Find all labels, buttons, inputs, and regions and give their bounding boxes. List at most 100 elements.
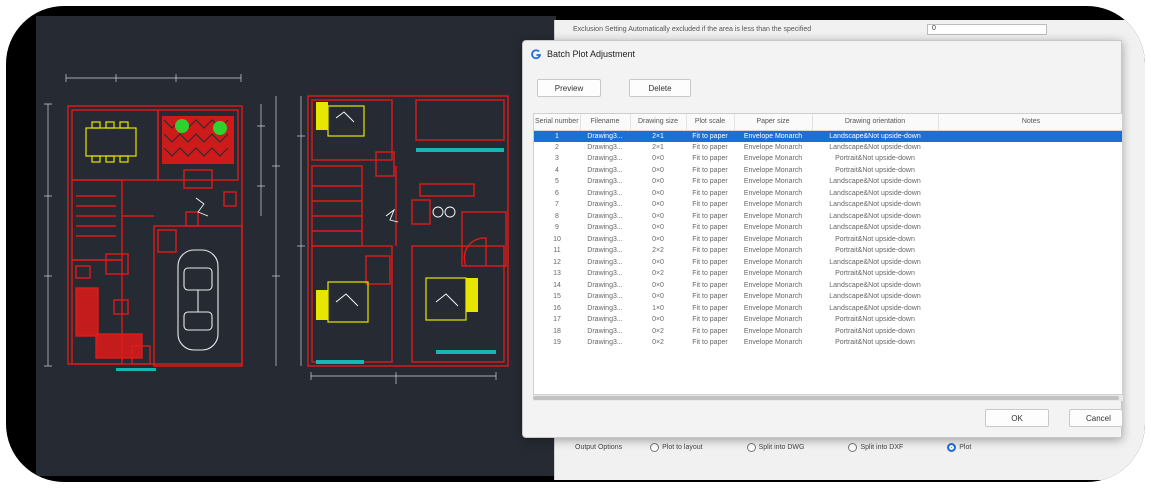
table-cell: Drawing3... xyxy=(587,270,623,278)
table-cell: Fit to paper xyxy=(692,235,728,243)
table-cell: 17 xyxy=(553,316,561,324)
table-cell: Fit to paper xyxy=(692,293,728,301)
radio-split-into-dwg[interactable]: Split into DWG xyxy=(746,442,804,452)
table-cell: Portrait&Not upside-down xyxy=(835,316,915,324)
table-cell: Portrait&Not upside-down xyxy=(835,235,915,243)
table-cell: Landscape&Not upside-down xyxy=(829,178,921,186)
table-cell: Envelope Monarch xyxy=(743,212,803,220)
table-cell: Fit to paper xyxy=(692,304,728,312)
table-cell: Envelope Monarch xyxy=(743,339,803,347)
table-row[interactable]: 13 Drawing3... 0×2 Fit to paper Envelope Mon… xyxy=(534,268,1122,280)
floor-plan-drawing xyxy=(44,74,509,384)
table-cell: Landscape&Not upside-down xyxy=(829,212,921,220)
column-header[interactable]: Paper size xyxy=(734,114,813,131)
ok-button[interactable]: OK xyxy=(985,409,1049,427)
table-cell: 19 xyxy=(553,339,561,347)
radio-plot-to-layout[interactable]: Plot to layout xyxy=(650,442,703,452)
radio-split-into-dxf[interactable]: Split into DXF xyxy=(848,442,903,452)
plot-list-table[interactable]: Serial number Filename Drawing size Plot sc… xyxy=(533,113,1123,395)
radio-circle xyxy=(947,442,957,452)
table-row[interactable]: 15 Drawing3... 0×0 Fit to paper Envelope Mon… xyxy=(534,291,1122,303)
table-cell: Fit to paper xyxy=(692,143,728,151)
radio-circle xyxy=(746,442,756,452)
table-cell xyxy=(938,199,1122,211)
exclusion-value-input[interactable]: 0 xyxy=(927,24,1047,35)
table-row[interactable]: 14 Drawing3... 0×0 Fit to paper Envelope Mon… xyxy=(534,280,1122,292)
cad-canvas[interactable] xyxy=(36,16,556,476)
table-row[interactable]: 10 Drawing3... 0×0 Fit to paper Envelope Mon… xyxy=(534,234,1122,246)
table-cell: Envelope Monarch xyxy=(743,155,803,163)
table-cell: 18 xyxy=(553,327,561,335)
table-row[interactable]: 11 Drawing3... 2×2 Fit to paper Envelope Mon… xyxy=(534,245,1122,257)
table-cell: Envelope Monarch xyxy=(743,235,803,243)
preview-button[interactable]: Preview xyxy=(537,79,601,97)
table-cell: 0×0 xyxy=(652,201,664,209)
radio-plot[interactable]: Plot xyxy=(947,442,971,452)
table-row[interactable]: 12 Drawing3... 0×0 Fit to paper Envelope Mon… xyxy=(534,257,1122,269)
table-cell xyxy=(938,245,1122,257)
table-cell: Envelope Monarch xyxy=(743,304,803,312)
column-header[interactable]: Serial number xyxy=(534,114,581,131)
table-row[interactable]: 18 Drawing3... 0×2 Fit to paper Envelope Mon… xyxy=(534,326,1122,338)
table-cell: Fit to paper xyxy=(692,224,728,232)
column-header[interactable]: Filename xyxy=(580,114,631,131)
table-cell: Drawing3... xyxy=(587,178,623,186)
delete-button[interactable]: Delete xyxy=(629,79,691,97)
table-cell: 16 xyxy=(553,304,561,312)
table-cell: Fit to paper xyxy=(692,270,728,278)
table-cell: Drawing3... xyxy=(587,258,623,266)
dialog-title: Batch Plot Adjustment xyxy=(547,49,636,59)
horizontal-scrollbar[interactable] xyxy=(533,395,1123,401)
scrollbar-thumb[interactable] xyxy=(533,396,1119,400)
column-header[interactable]: Plot scale xyxy=(686,114,735,131)
column-header[interactable]: Drawing size xyxy=(630,114,687,131)
table-cell: Landscape&Not upside-down xyxy=(829,201,921,209)
table-cell: 13 xyxy=(553,270,561,278)
table-cell xyxy=(938,337,1122,349)
table-cell: 6 xyxy=(555,189,559,197)
table-cell: Drawing3... xyxy=(587,224,623,232)
table-row[interactable]: 4 Drawing3... 0×0 Fit to paper Envelope Mona… xyxy=(534,165,1122,177)
table-cell: Envelope Monarch xyxy=(743,166,803,174)
table-cell: Drawing3... xyxy=(587,281,623,289)
cancel-button[interactable]: Cancel xyxy=(1069,409,1123,427)
table-cell: Fit to paper xyxy=(692,258,728,266)
table-cell: Drawing3... xyxy=(587,247,623,255)
table-cell: Fit to paper xyxy=(692,212,728,220)
table-cell: Drawing3... xyxy=(587,166,623,174)
table-cell: Envelope Monarch xyxy=(743,281,803,289)
table-row[interactable]: 17 Drawing3... 0×0 Fit to paper Envelope Mon… xyxy=(534,314,1122,326)
radio-circle xyxy=(650,442,660,452)
table-row[interactable]: 19 Drawing3... 0×2 Fit to paper Envelope Mon… xyxy=(534,337,1122,349)
table-row[interactable]: 1 Drawing3... 2×1 Fit to paper Envelope Mona… xyxy=(534,130,1122,142)
table-cell: Portrait&Not upside-down xyxy=(835,339,915,347)
table-cell: 0×0 xyxy=(652,224,664,232)
table-row[interactable]: 5 Drawing3... 0×0 Fit to paper Envelope Mona… xyxy=(534,176,1122,188)
table-row[interactable]: 8 Drawing3... 0×0 Fit to paper Envelope Mona… xyxy=(534,211,1122,223)
table-row[interactable]: 16 Drawing3... 1×0 Fit to paper Envelope Mon… xyxy=(534,303,1122,315)
table-cell: Envelope Monarch xyxy=(743,293,803,301)
table-row[interactable]: 7 Drawing3... 0×0 Fit to paper Envelope Mona… xyxy=(534,199,1122,211)
table-cell: Drawing3... xyxy=(587,316,623,324)
table-cell: Landscape&Not upside-down xyxy=(829,189,921,197)
table-cell: Landscape&Not upside-down xyxy=(829,281,921,289)
table-cell: Drawing3... xyxy=(587,327,623,335)
table-row[interactable]: 9 Drawing3... 0×0 Fit to paper Envelope Mona… xyxy=(534,222,1122,234)
table-cell: Portrait&Not upside-down xyxy=(835,327,915,335)
table-cell: 3 xyxy=(555,155,559,163)
table-cell xyxy=(938,257,1122,269)
table-cell: Envelope Monarch xyxy=(743,178,803,186)
table-cell: Drawing3... xyxy=(587,235,623,243)
table-cell: Landscape&Not upside-down xyxy=(829,143,921,151)
column-header[interactable]: Notes xyxy=(938,114,1122,131)
table-row[interactable]: 3 Drawing3... 0×0 Fit to paper Envelope Mona… xyxy=(534,153,1122,165)
table-header-row: Serial number Filename Drawing size Plot sc… xyxy=(534,114,1122,131)
table-cell xyxy=(938,314,1122,326)
table-cell xyxy=(938,211,1122,223)
column-header[interactable]: Drawing orientation xyxy=(812,114,939,131)
table-cell: 2×1 xyxy=(652,143,664,151)
table-cell: 5 xyxy=(555,178,559,186)
table-row[interactable]: 6 Drawing3... 0×0 Fit to paper Envelope Mona… xyxy=(534,188,1122,200)
table-cell: 0×0 xyxy=(652,178,664,186)
table-row[interactable]: 2 Drawing3... 2×1 Fit to paper Envelope Mona… xyxy=(534,142,1122,154)
